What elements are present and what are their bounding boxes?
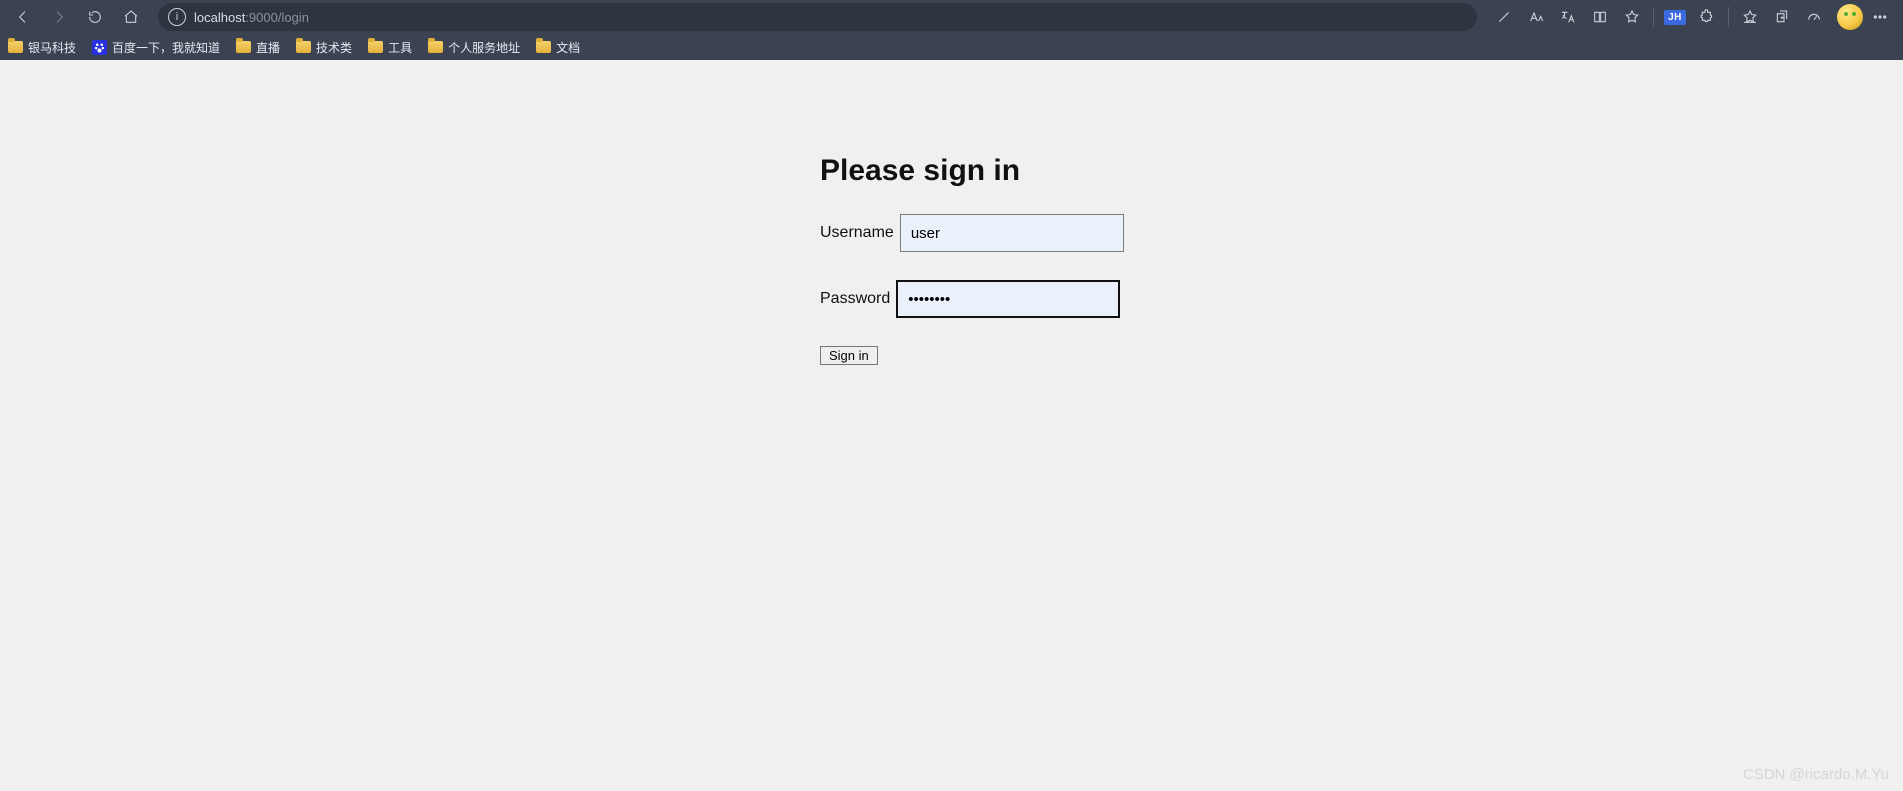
bookmark-item[interactable]: 工具 bbox=[368, 39, 412, 56]
home-button[interactable] bbox=[116, 2, 146, 32]
toolbar-separator-2 bbox=[1728, 7, 1729, 27]
bookmark-label: 工具 bbox=[388, 39, 412, 56]
password-label: Password bbox=[820, 290, 890, 308]
toolbar-separator bbox=[1653, 7, 1654, 27]
collections-button[interactable] bbox=[1767, 2, 1797, 32]
bookmark-item[interactable]: 银马科技 bbox=[8, 39, 76, 56]
search-in-page-button[interactable] bbox=[1489, 2, 1519, 32]
puzzle-icon bbox=[1699, 9, 1715, 25]
page-viewport: Please sign in Username Password Sign in… bbox=[0, 60, 1903, 791]
folder-icon bbox=[296, 41, 311, 53]
folder-icon bbox=[428, 41, 443, 53]
bookmark-item[interactable]: 技术类 bbox=[296, 39, 352, 56]
sign-in-button[interactable]: Sign in bbox=[820, 346, 878, 365]
site-info-icon[interactable]: i bbox=[168, 8, 186, 26]
forward-button[interactable] bbox=[44, 2, 74, 32]
book-icon bbox=[1592, 9, 1608, 25]
bookmark-label: 文档 bbox=[556, 39, 580, 56]
text-size-icon bbox=[1528, 9, 1544, 25]
browser-toolbar: i localhost:9000/login JH bbox=[0, 0, 1903, 34]
password-input[interactable] bbox=[896, 280, 1120, 318]
back-button[interactable] bbox=[8, 2, 38, 32]
login-form: Please sign in Username Password Sign in bbox=[820, 154, 1160, 365]
translate-icon bbox=[1560, 9, 1576, 25]
extensions-button[interactable] bbox=[1692, 2, 1722, 32]
url-text[interactable]: localhost:9000/login bbox=[194, 10, 1467, 25]
profile-avatar[interactable] bbox=[1837, 4, 1863, 30]
username-row: Username bbox=[820, 214, 1160, 252]
home-icon bbox=[123, 9, 139, 25]
favorites-bar-button[interactable] bbox=[1735, 2, 1765, 32]
extension-badge: JH bbox=[1664, 10, 1686, 25]
folder-icon bbox=[536, 41, 551, 53]
star-icon bbox=[1624, 9, 1640, 25]
gauge-icon bbox=[1806, 9, 1822, 25]
page-title: Please sign in bbox=[820, 154, 1160, 188]
more-icon bbox=[1872, 9, 1888, 25]
folder-icon bbox=[236, 41, 251, 53]
refresh-icon bbox=[87, 9, 103, 25]
wand-icon bbox=[1496, 9, 1512, 25]
refresh-button[interactable] bbox=[80, 2, 110, 32]
watermark: CSDN @ricardo.M.Yu bbox=[1743, 766, 1889, 783]
username-input[interactable] bbox=[900, 214, 1124, 252]
bookmark-label: 银马科技 bbox=[28, 39, 76, 56]
translate-button[interactable] bbox=[1553, 2, 1583, 32]
favorites-icon bbox=[1742, 9, 1758, 25]
bookmark-label: 个人服务地址 bbox=[448, 39, 520, 56]
password-row: Password bbox=[820, 280, 1160, 318]
arrow-left-icon bbox=[15, 9, 31, 25]
url-rest: :9000/login bbox=[245, 10, 309, 25]
performance-button[interactable] bbox=[1799, 2, 1829, 32]
more-button[interactable] bbox=[1865, 2, 1895, 32]
baidu-icon bbox=[92, 40, 107, 55]
bookmark-item[interactable]: 直播 bbox=[236, 39, 280, 56]
browser-chrome: i localhost:9000/login JH bbox=[0, 0, 1903, 60]
bookmark-item[interactable]: 个人服务地址 bbox=[428, 39, 520, 56]
extension-jh[interactable]: JH bbox=[1660, 2, 1690, 32]
bookmarks-bar: 银马科技 百度一下，我就知道 直播 技术类 工具 个人服务地址 文档 bbox=[0, 34, 1903, 60]
bookmark-item[interactable]: 文档 bbox=[536, 39, 580, 56]
bookmark-label: 直播 bbox=[256, 39, 280, 56]
favorite-button[interactable] bbox=[1617, 2, 1647, 32]
address-bar[interactable]: i localhost:9000/login bbox=[158, 3, 1477, 31]
arrow-right-icon bbox=[51, 9, 67, 25]
read-aloud-button[interactable] bbox=[1521, 2, 1551, 32]
collections-icon bbox=[1774, 9, 1790, 25]
bookmark-label: 技术类 bbox=[316, 39, 352, 56]
bookmark-item[interactable]: 百度一下，我就知道 bbox=[92, 39, 220, 56]
bookmark-label: 百度一下，我就知道 bbox=[112, 39, 220, 56]
folder-icon bbox=[368, 41, 383, 53]
toolbar-right: JH bbox=[1489, 2, 1895, 32]
folder-icon bbox=[8, 41, 23, 53]
username-label: Username bbox=[820, 224, 894, 242]
reading-view-button[interactable] bbox=[1585, 2, 1615, 32]
url-host: localhost bbox=[194, 10, 245, 25]
